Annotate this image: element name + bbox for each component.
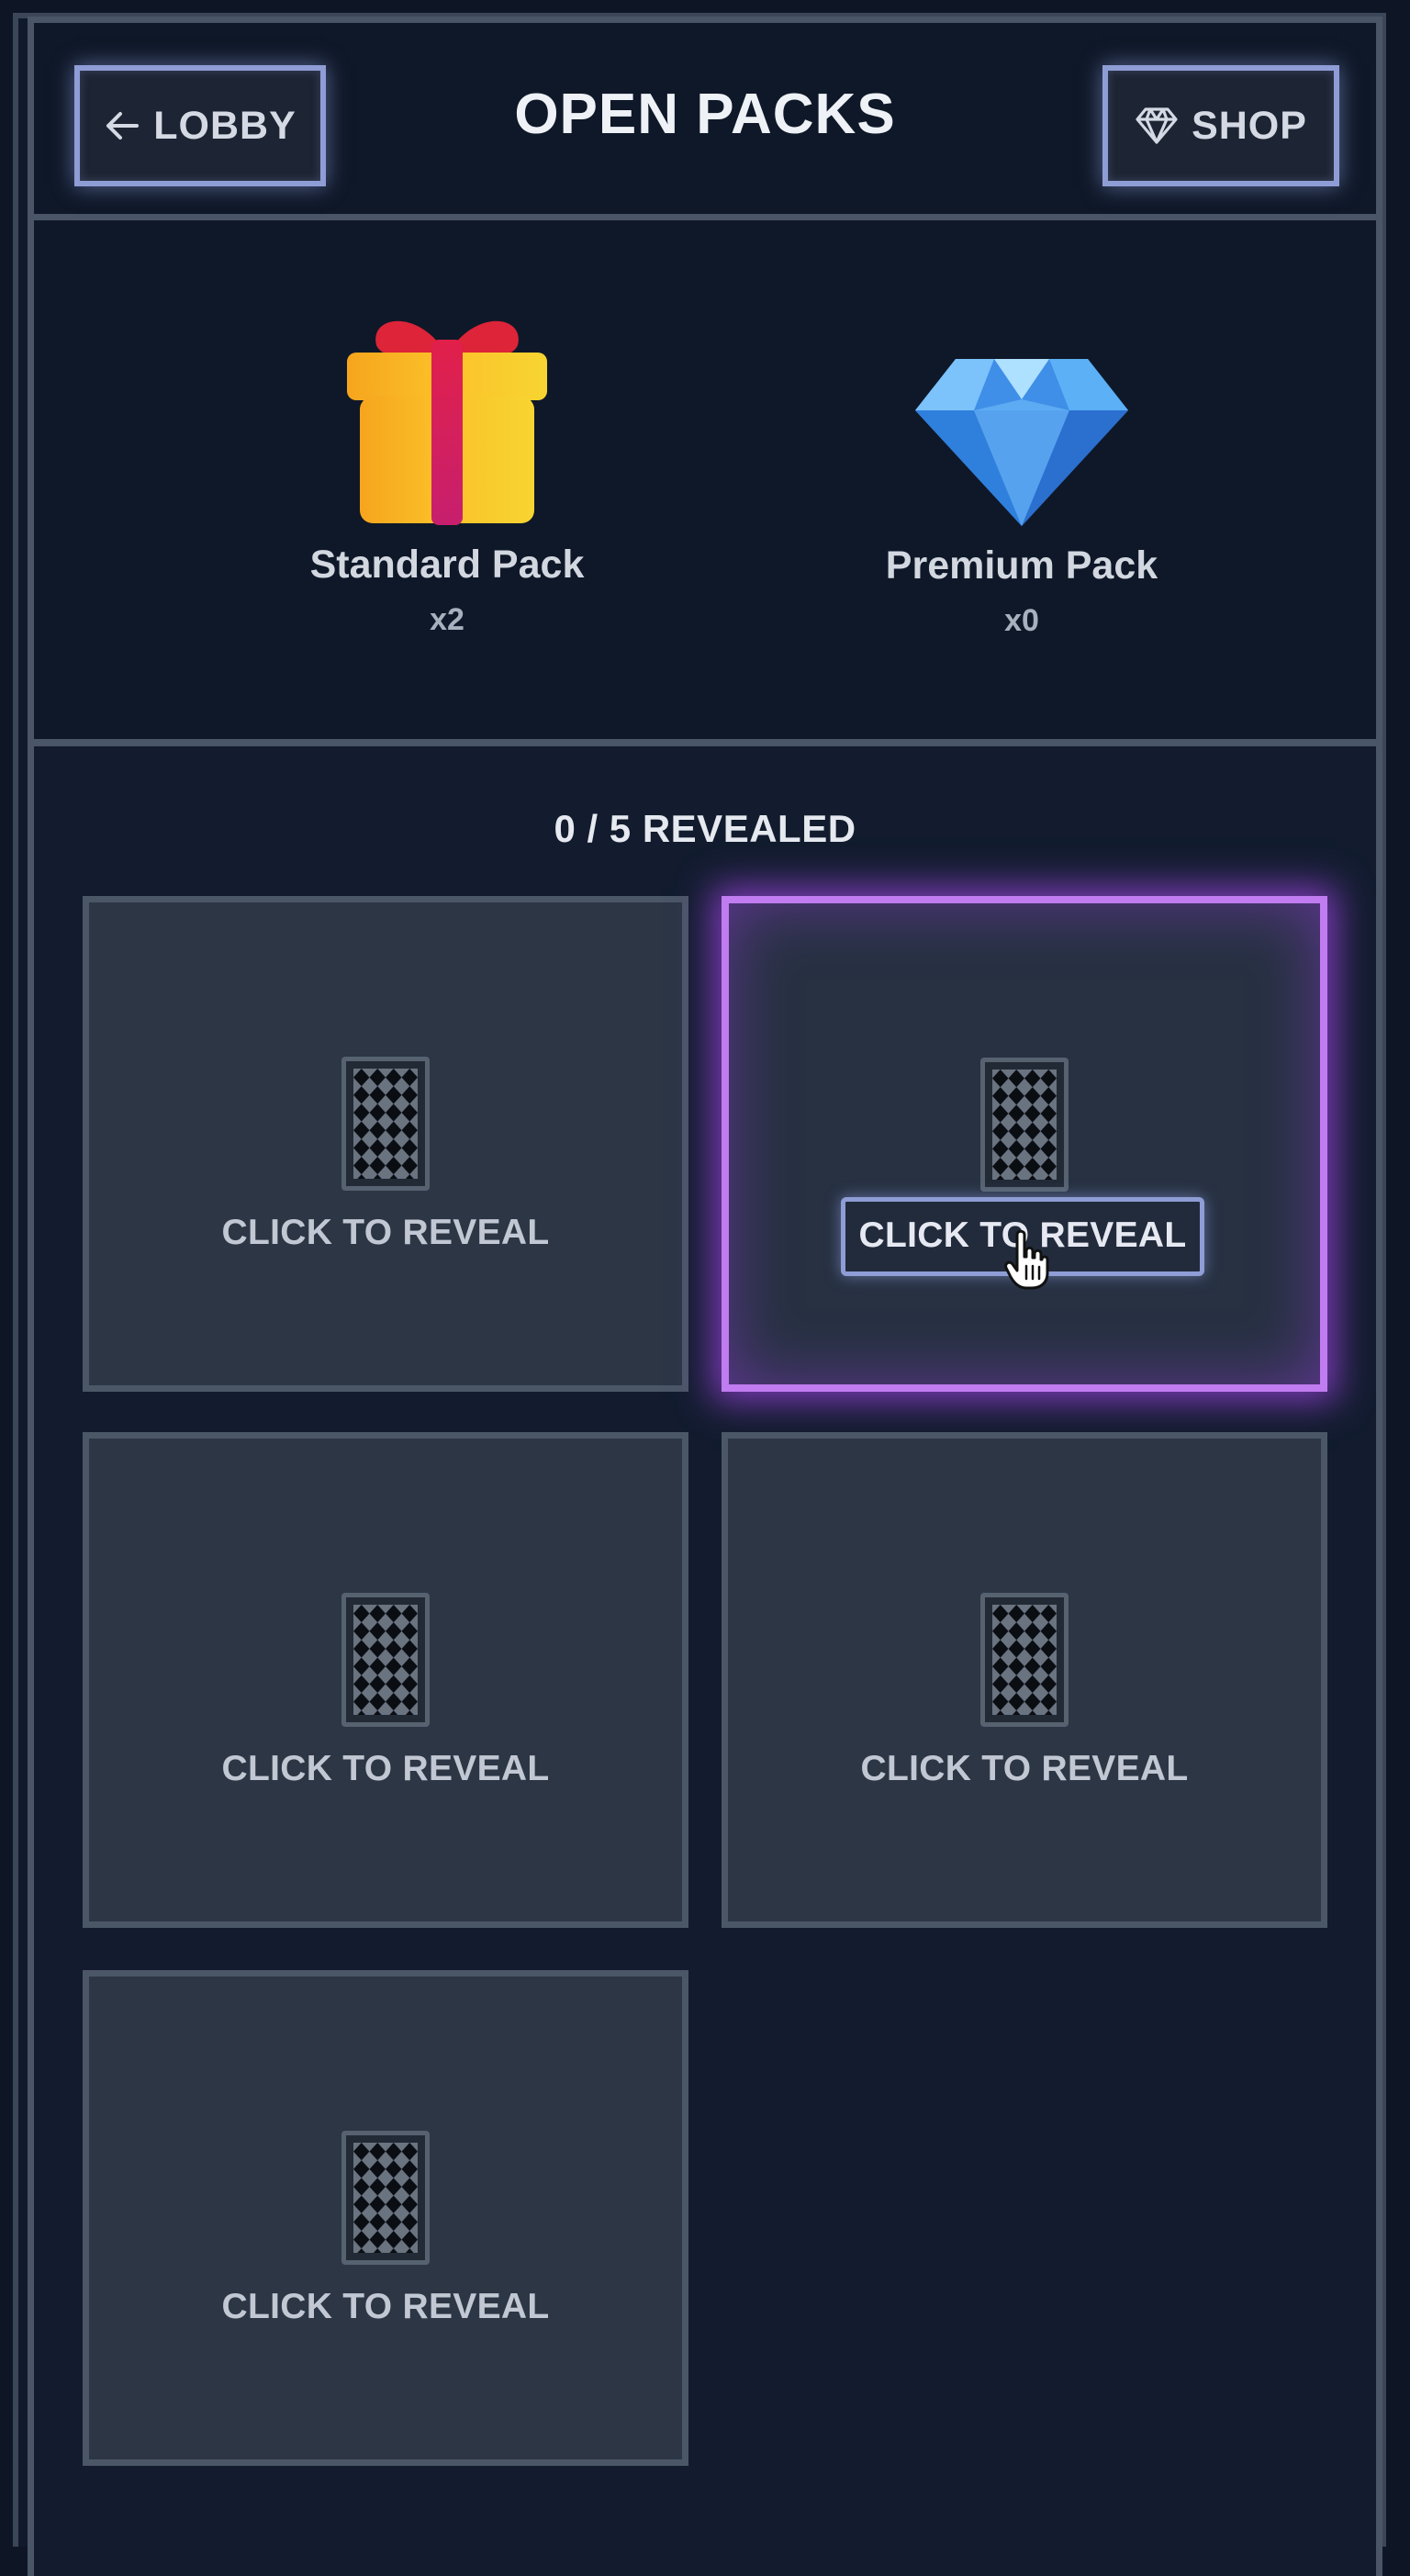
card-slot-5[interactable]: CLICK TO REVEAL: [83, 1970, 688, 2466]
card-slot-4[interactable]: CLICK TO REVEAL: [722, 1432, 1327, 1928]
card-back-icon: [341, 1057, 430, 1191]
card-back-icon: [980, 1593, 1069, 1727]
card-back-icon: [980, 1058, 1069, 1192]
reveal-label: CLICK TO REVEAL: [221, 1213, 550, 1252]
card-back-icon: [341, 1593, 430, 1727]
shop-button[interactable]: SHOP: [1102, 65, 1339, 186]
premium-pack-name: Premium Pack: [885, 543, 1158, 588]
card-slot-2[interactable]: CLICK TO REVEAL: [722, 896, 1327, 1392]
gift-icon: [263, 303, 631, 533]
card-slot-1[interactable]: CLICK TO REVEAL: [83, 896, 688, 1392]
reveal-label: CLICK TO REVEAL: [860, 1749, 1189, 1788]
premium-pack[interactable]: Premium Pack x0: [838, 353, 1205, 639]
premium-pack-count: x0: [1004, 603, 1039, 638]
diamond-icon: [1135, 106, 1179, 145]
card-back-icon: [341, 2131, 430, 2265]
reveal-label: CLICK TO REVEAL: [221, 1749, 550, 1788]
gem-icon: [838, 353, 1205, 534]
card-slot-3[interactable]: CLICK TO REVEAL: [83, 1432, 688, 1928]
standard-pack[interactable]: Standard Pack x2: [263, 303, 631, 638]
reveal-label: CLICK TO REVEAL: [221, 2287, 550, 2326]
reveal-status: 0 / 5 REVEALED: [554, 807, 856, 850]
standard-pack-count: x2: [430, 602, 464, 637]
header-bar: LOBBY OPEN PACKS SHOP: [28, 17, 1382, 220]
reveal-button[interactable]: CLICK TO REVEAL: [841, 1197, 1204, 1276]
shop-label: SHOP: [1192, 103, 1307, 148]
pack-selector: Standard Pack x2 Premium Pack x0: [28, 220, 1382, 745]
standard-pack-name: Standard Pack: [309, 543, 585, 587]
